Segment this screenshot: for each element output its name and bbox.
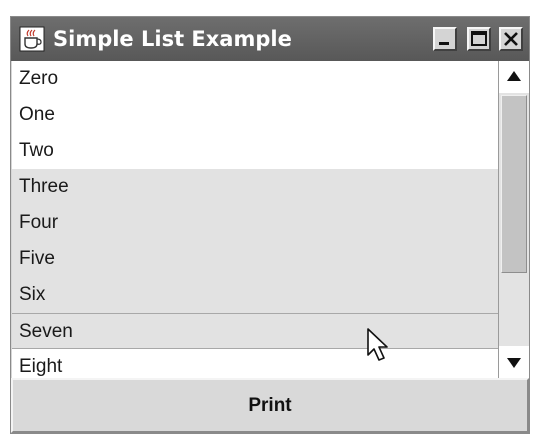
window-title: Simple List Example: [53, 27, 292, 51]
title-bar[interactable]: Simple List Example: [11, 17, 529, 61]
list-item[interactable]: Seven: [12, 313, 498, 349]
list-item-label: Six: [19, 284, 46, 305]
list-item[interactable]: Zero: [12, 61, 498, 97]
list-item[interactable]: Three: [12, 169, 498, 205]
app-window: Simple List Example Zero One Two Three F…: [10, 16, 530, 434]
list-item-label: Three: [19, 176, 69, 197]
list-item-label: Two: [19, 140, 54, 161]
list-item[interactable]: Six: [12, 277, 498, 313]
list-item[interactable]: Five: [12, 241, 498, 277]
scroll-up-button[interactable]: [499, 61, 529, 93]
item-list[interactable]: Zero One Two Three Four Five Six Seven E…: [12, 61, 499, 378]
list-item-label: Four: [19, 212, 59, 233]
list-item-label: Five: [19, 248, 55, 269]
list-item[interactable]: Two: [12, 133, 498, 169]
print-button[interactable]: Print: [11, 378, 529, 433]
list-item-label: Zero: [19, 68, 59, 89]
scroll-down-button[interactable]: [499, 346, 529, 378]
scroll-thumb[interactable]: [501, 95, 527, 273]
vertical-scrollbar[interactable]: [499, 61, 529, 378]
list-item-label: One: [19, 104, 55, 125]
list-item-label: Eight: [19, 356, 63, 377]
close-button[interactable]: [499, 27, 523, 51]
maximize-button[interactable]: [467, 27, 491, 51]
minimize-button[interactable]: [433, 27, 457, 51]
mouse-pointer-icon: [366, 327, 392, 370]
java-cup-icon: [19, 26, 45, 52]
list-item[interactable]: Four: [12, 205, 498, 241]
list-item-label: Seven: [19, 321, 73, 342]
list-item[interactable]: One: [12, 97, 498, 133]
list-item[interactable]: Eight: [12, 349, 498, 378]
